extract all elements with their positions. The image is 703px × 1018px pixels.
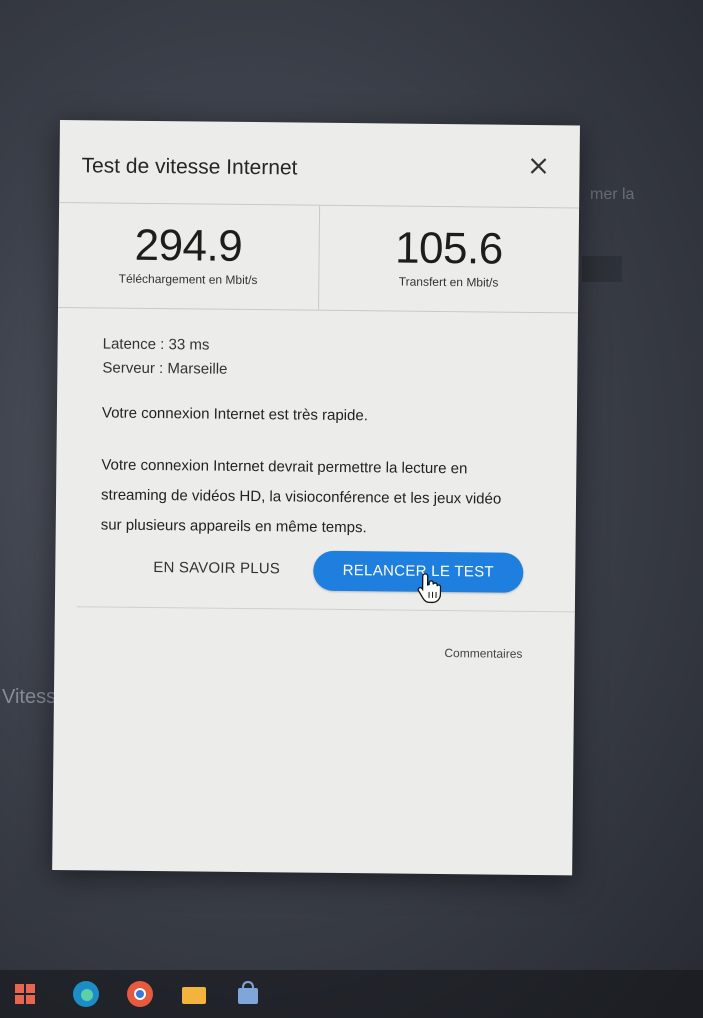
dialog-divider [76, 606, 575, 613]
server-text: Serveur : Marseille [102, 359, 228, 378]
chrome-icon[interactable] [124, 978, 156, 1010]
edge-icon[interactable] [70, 978, 102, 1010]
speed-details: Votre connexion Internet devrait permett… [100, 456, 502, 537]
dialog-title: Test de vitesse Internet [81, 154, 298, 180]
feedback-link[interactable]: Commentaires [444, 646, 522, 661]
hand-pointer-icon [417, 573, 442, 604]
upload-label: Transfert en Mbit/s [398, 274, 499, 290]
store-icon[interactable] [232, 978, 264, 1010]
background-image-block [582, 256, 622, 282]
download-result: 294.9 Téléchargement en Mbit/s [58, 203, 319, 310]
file-explorer-icon[interactable] [178, 978, 210, 1010]
speed-summary: Votre connexion Internet est très rapide… [101, 404, 369, 425]
download-label: Téléchargement en Mbit/s [118, 271, 258, 288]
upload-result: 105.6 Transfert en Mbit/s [317, 205, 580, 313]
windows-icon[interactable] [10, 978, 42, 1010]
close-button[interactable] [523, 151, 553, 181]
background-right-text: mer la [590, 186, 635, 203]
close-icon [530, 158, 547, 174]
learn-more-link[interactable]: EN SAVOIR PLUS [153, 559, 280, 577]
speed-results: 294.9 Téléchargement en Mbit/s 105.6 Tra… [58, 201, 580, 314]
upload-value: 105.6 [394, 223, 503, 274]
dialog-header: Test de vitesse Internet [59, 120, 580, 207]
download-value: 294.9 [134, 220, 243, 271]
speed-test-dialog: Test de vitesse Internet 294.9 Télécharg… [52, 120, 580, 876]
taskbar [0, 970, 703, 1018]
connection-info: Latence : 33 ms Serveur : Marseille [102, 332, 547, 385]
